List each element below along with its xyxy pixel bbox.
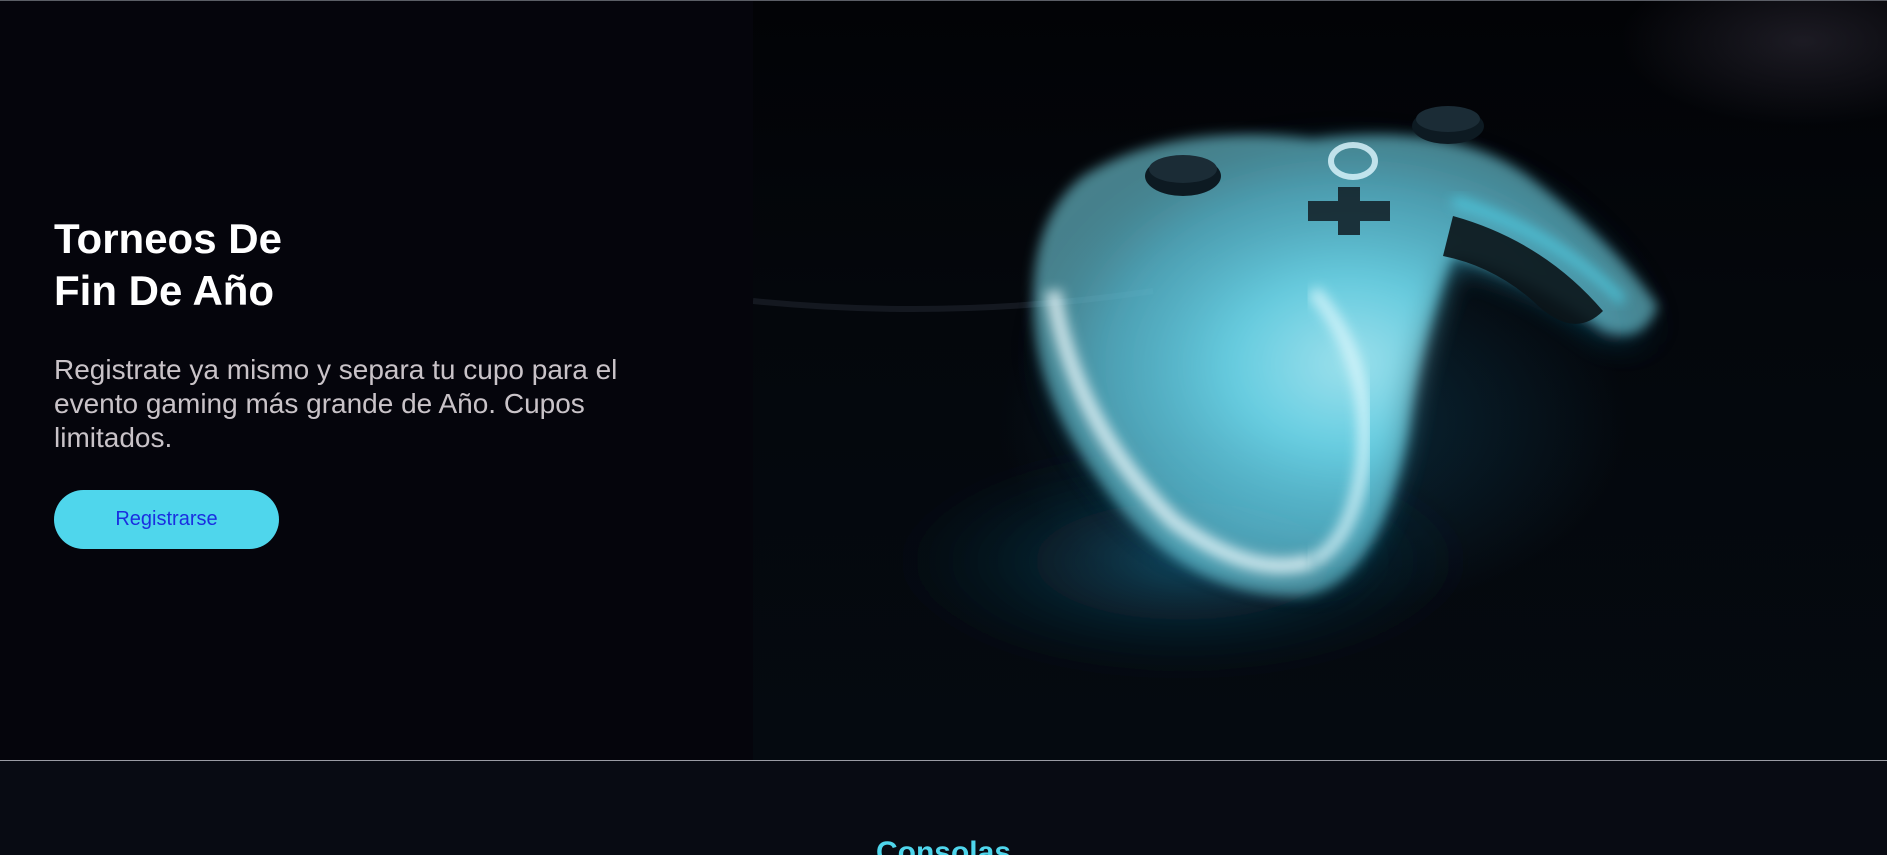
consoles-section: Consolas — [0, 761, 1887, 855]
hero-banner: Torneos De Fin De Año Registrate ya mism… — [0, 1, 1887, 760]
section-title: Consolas — [875, 836, 1012, 855]
gamepad-icon — [753, 106, 1673, 681]
page: Torneos De Fin De Año Registrate ya mism… — [0, 0, 1887, 855]
hero-description: Registrate ya mismo y separa tu cupo par… — [54, 354, 618, 453]
hero-title-line-1: Torneos De — [54, 215, 282, 262]
hero-title: Torneos De Fin De Año — [54, 213, 654, 317]
hero-title-line-2: Fin De Año — [54, 267, 275, 314]
register-button[interactable]: Registrarse — [54, 490, 279, 549]
hero-gamepad-image — [753, 1, 1887, 760]
